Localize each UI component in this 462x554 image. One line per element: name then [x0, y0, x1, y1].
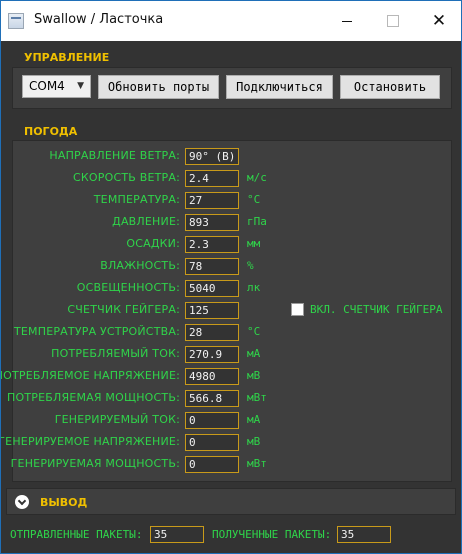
control-section-label: УПРАВЛЕНИЕ — [24, 51, 110, 64]
weather-row-value: 2.3 — [185, 236, 239, 253]
connect-button[interactable]: Подключиться — [226, 75, 333, 99]
weather-row-label: ГЕНЕРИРУЕМАЯ МОЩНОСТЬ: — [10, 457, 180, 470]
weather-row-label: ГЕНЕРИРУЕМОЕ НАПРЯЖЕНИЕ: — [0, 435, 180, 448]
title-bar[interactable]: Swallow / Ласточка ✕ — [1, 1, 461, 41]
weather-row-unit: мА — [247, 347, 261, 360]
weather-row-value: 4980 — [185, 368, 239, 385]
received-packets-field: 35 — [337, 526, 391, 543]
weather-row-value: 78 — [185, 258, 239, 275]
weather-row-label: ПОТРЕБЛЯЕМАЯ МОЩНОСТЬ: — [7, 391, 180, 404]
output-section-header[interactable]: ВЫВОД — [6, 488, 456, 515]
weather-row-label: ПОТРЕБЛЯЕМОЕ НАПРЯЖЕНИЕ: — [0, 369, 180, 382]
weather-row-label: СКОРОСТЬ ВЕТРА: — [73, 171, 180, 184]
weather-row-value: 27 — [185, 192, 239, 209]
weather-row-unit: лк — [247, 281, 261, 294]
output-section-label: ВЫВОД — [40, 496, 88, 509]
weather-row-value: 566.8 — [185, 390, 239, 407]
app-window: Swallow / Ласточка ✕ УПРАВЛЕНИЕ COM4 ▼ О… — [0, 0, 462, 554]
port-select[interactable]: COM4 ▼ — [22, 75, 91, 98]
refresh-ports-button[interactable]: Обновить порты — [98, 75, 219, 99]
window-title: Swallow / Ласточка — [34, 12, 164, 27]
weather-row-label: ОСВЕЩЕННОСТЬ: — [76, 281, 180, 294]
port-select-value: COM4 — [29, 79, 65, 93]
weather-row-value: 90° (В) — [185, 148, 239, 165]
weather-row-value: 2.4 — [185, 170, 239, 187]
weather-row-value: 270.9 — [185, 346, 239, 363]
weather-row-unit: мА — [247, 413, 261, 426]
weather-row-label: СЧЕТЧИК ГЕЙГЕРА: — [67, 303, 180, 316]
weather-row-label: ОСАДКИ: — [126, 237, 180, 250]
weather-section-label: ПОГОДА — [24, 125, 78, 138]
weather-row-label: ДАВЛЕНИЕ: — [112, 215, 180, 228]
app-icon — [8, 13, 24, 29]
chevron-down-icon — [15, 495, 29, 509]
weather-row-value: 893 — [185, 214, 239, 231]
sent-packets-field: 35 — [150, 526, 204, 543]
weather-row-unit: мВт — [247, 457, 267, 470]
weather-row-unit: °С — [247, 325, 261, 338]
weather-row-unit: мВ — [247, 369, 261, 382]
minimize-icon — [342, 20, 352, 22]
weather-row-unit: % — [247, 259, 254, 272]
maximize-icon — [387, 15, 399, 27]
weather-row-value: 0 — [185, 456, 239, 473]
stop-button[interactable]: Остановить — [340, 75, 440, 99]
weather-row-value: 0 — [185, 412, 239, 429]
weather-row-value: 28 — [185, 324, 239, 341]
weather-row-value: 5040 — [185, 280, 239, 297]
weather-row-unit: гПа — [247, 215, 267, 228]
sent-packets-label: ОТПРАВЛЕННЫЕ ПАКЕТЫ: — [10, 528, 143, 541]
weather-row-unit: мм — [247, 237, 261, 250]
received-packets-label: ПОЛУЧЕННЫЕ ПАКЕТЫ: — [212, 528, 332, 541]
weather-row-label: ТЕМПЕРАТУРА: — [93, 193, 180, 206]
weather-row-label: ВЛАЖНОСТЬ: — [100, 259, 180, 272]
chevron-down-icon: ▼ — [77, 81, 84, 91]
weather-row-label: ГЕНЕРИРУЕМЫЙ ТОК: — [54, 413, 180, 426]
weather-row-unit: м/с — [247, 171, 267, 184]
weather-row-unit: мВ — [247, 435, 261, 448]
geiger-checkbox[interactable] — [291, 303, 304, 316]
weather-row-label: НАПРАВЛЕНИЕ ВЕТРА: — [49, 149, 180, 162]
weather-row-label: ТЕМПЕРАТУРА УСТРОЙСТВА: — [13, 325, 180, 338]
weather-row-label: ПОТРЕБЛЯЕМЫЙ ТОК: — [51, 347, 180, 360]
weather-row-unit: °С — [247, 193, 261, 206]
maximize-button[interactable] — [370, 1, 416, 41]
weather-row-unit: мВт — [247, 391, 267, 404]
weather-row-value: 0 — [185, 434, 239, 451]
weather-row-value: 125 — [185, 302, 239, 319]
close-button[interactable]: ✕ — [416, 1, 461, 41]
geiger-checkbox-label[interactable]: ВКЛ. СЧЕТЧИК ГЕЙГЕРА — [310, 303, 442, 316]
minimize-button[interactable] — [324, 1, 370, 41]
